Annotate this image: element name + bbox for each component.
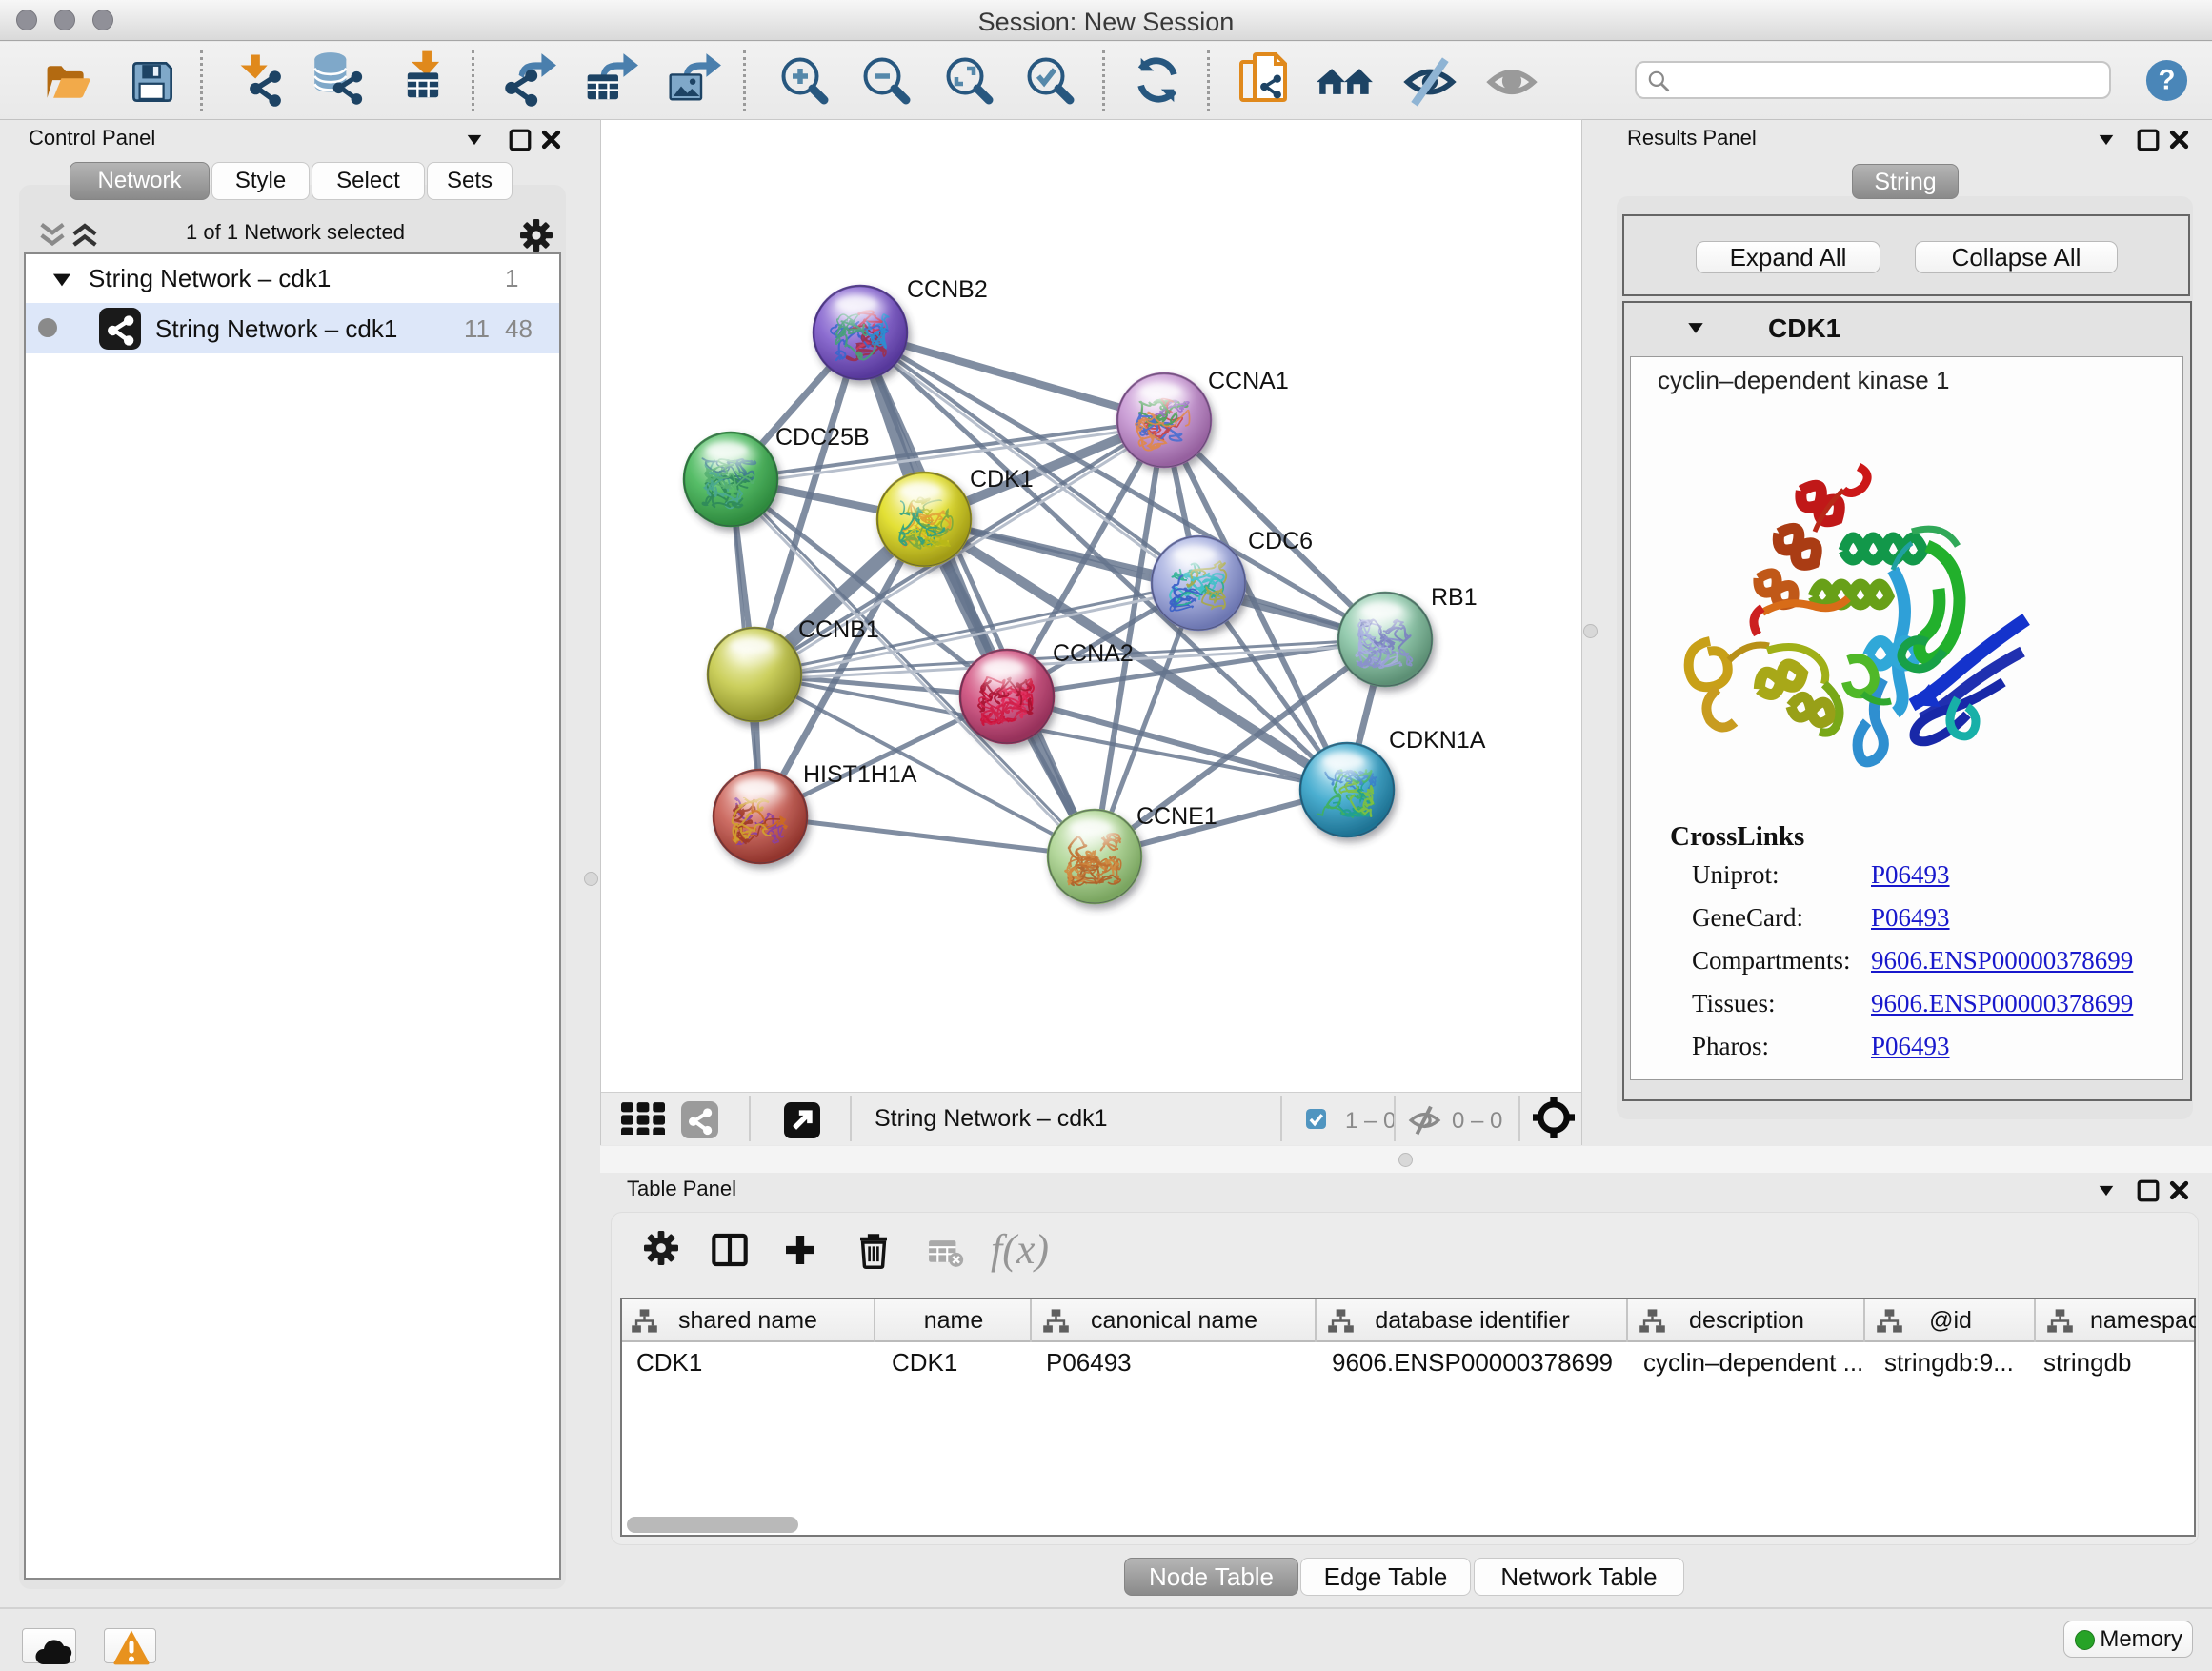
svg-text:CCNB1: CCNB1 bbox=[798, 616, 879, 643]
svg-text:CDC6: CDC6 bbox=[1248, 528, 1313, 554]
svg-text:HIST1H1A: HIST1H1A bbox=[803, 761, 917, 788]
svg-text:CDK1: CDK1 bbox=[970, 466, 1034, 493]
svg-text:CCNB2: CCNB2 bbox=[907, 276, 988, 303]
svg-text:CCNA2: CCNA2 bbox=[1053, 640, 1134, 667]
svg-text:CDKN1A: CDKN1A bbox=[1389, 727, 1486, 754]
svg-text:CCNA1: CCNA1 bbox=[1208, 368, 1289, 394]
svg-text:?: ? bbox=[2159, 64, 2176, 95]
svg-text:RB1: RB1 bbox=[1431, 584, 1478, 611]
svg-text:CCNE1: CCNE1 bbox=[1136, 803, 1217, 830]
svg-text:CDC25B: CDC25B bbox=[775, 424, 870, 451]
